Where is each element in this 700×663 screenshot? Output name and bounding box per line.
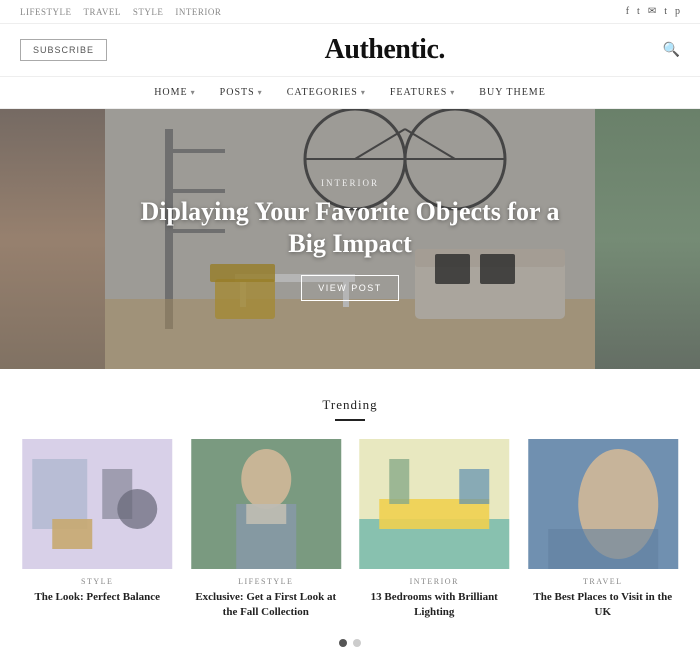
top-bar: LIFESTYLE TRAVEL STYLE INTERIOR f t ✉ t p <box>0 0 700 24</box>
trending-divider <box>335 419 365 421</box>
hero-side-left-image <box>0 109 105 369</box>
trending-label: Trending <box>20 397 680 413</box>
dropdown-arrow: ▾ <box>191 88 196 97</box>
card-image-inner-1 <box>20 439 175 569</box>
nav-item-buy-theme[interactable]: BUY THEME <box>479 87 546 98</box>
card-category-3: INTERIOR <box>357 577 512 586</box>
email-icon[interactable]: ✉ <box>648 6 656 17</box>
card-image-2 <box>189 439 344 569</box>
site-header: SUBSCRIBE Authentic. 🔍 <box>0 24 700 77</box>
twitter-icon[interactable]: t <box>637 6 640 17</box>
dot-1[interactable] <box>339 639 347 647</box>
facebook-icon[interactable]: f <box>626 6 629 17</box>
card-image-3 <box>357 439 512 569</box>
card-2[interactable]: LIFESTYLE Exclusive: Get a First Look at … <box>189 439 344 621</box>
top-nav-links: LIFESTYLE TRAVEL STYLE INTERIOR <box>20 7 221 17</box>
trending-header: Trending <box>20 397 680 421</box>
pinterest-icon[interactable]: p <box>675 6 680 17</box>
search-icon[interactable]: 🔍 <box>663 42 680 59</box>
card-title-2: Exclusive: Get a First Look at the Fall … <box>189 590 344 621</box>
card-title-3: 13 Bedrooms with Brilliant Lighting <box>357 590 512 621</box>
hero-title: Diplaying Your Favorite Objects for a Bi… <box>135 196 565 261</box>
hero-slider: INTERIOR Diplaying Your Favorite Objects… <box>0 109 700 369</box>
cards-grid: STYLE The Look: Perfect Balance LIFESTYLE… <box>20 439 680 621</box>
social-icons: f t ✉ t p <box>626 6 680 17</box>
subscribe-button[interactable]: SUBSCRIBE <box>20 39 107 61</box>
hero-category: INTERIOR <box>135 178 565 188</box>
card-image-1 <box>20 439 175 569</box>
top-link-travel[interactable]: TRAVEL <box>84 7 121 17</box>
tumblr-icon[interactable]: t <box>664 6 667 17</box>
top-link-style[interactable]: STYLE <box>133 7 164 17</box>
hero-background: INTERIOR Diplaying Your Favorite Objects… <box>105 109 595 369</box>
card-4[interactable]: TRAVEL The Best Places to Visit in the UK <box>526 439 681 621</box>
card-title-1: The Look: Perfect Balance <box>20 590 175 605</box>
card-3[interactable]: INTERIOR 13 Bedrooms with Brilliant Light… <box>357 439 512 621</box>
card-category-2: LIFESTYLE <box>189 577 344 586</box>
card-image-inner-2 <box>189 439 344 569</box>
card-image-4 <box>526 439 681 569</box>
nav-item-home[interactable]: HOME▾ <box>154 87 195 98</box>
nav-item-posts[interactable]: POSTS▾ <box>220 87 263 98</box>
hero-main: INTERIOR Diplaying Your Favorite Objects… <box>105 109 595 369</box>
dropdown-arrow: ▾ <box>450 88 455 97</box>
card-category-4: TRAVEL <box>526 577 681 586</box>
card-image-inner-4 <box>526 439 681 569</box>
main-nav: HOME▾ POSTS▾ CATEGORIES▾ FEATURES▾ BUY THEME <box>0 77 700 109</box>
hero-side-right-image <box>595 109 700 369</box>
card-1[interactable]: STYLE The Look: Perfect Balance <box>20 439 175 621</box>
hero-side-right <box>595 109 700 369</box>
top-link-interior[interactable]: INTERIOR <box>175 7 221 17</box>
pagination-dots <box>20 639 680 647</box>
card-image-inner-3 <box>357 439 512 569</box>
hero-side-left <box>0 109 105 369</box>
dropdown-arrow: ▾ <box>258 88 263 97</box>
top-link-lifestyle[interactable]: LIFESTYLE <box>20 7 72 17</box>
nav-item-features[interactable]: FEATURES▾ <box>390 87 455 98</box>
nav-item-categories[interactable]: CATEGORIES▾ <box>287 87 366 98</box>
trending-section: Trending STYLE The Look: Perfect Balance … <box>0 369 700 663</box>
dropdown-arrow: ▾ <box>361 88 366 97</box>
card-title-4: The Best Places to Visit in the UK <box>526 590 681 621</box>
dot-2[interactable] <box>353 639 361 647</box>
site-title: Authentic. <box>107 34 663 66</box>
hero-content: INTERIOR Diplaying Your Favorite Objects… <box>105 178 595 301</box>
card-category-1: STYLE <box>20 577 175 586</box>
view-post-button[interactable]: VIEW POST <box>301 275 399 301</box>
